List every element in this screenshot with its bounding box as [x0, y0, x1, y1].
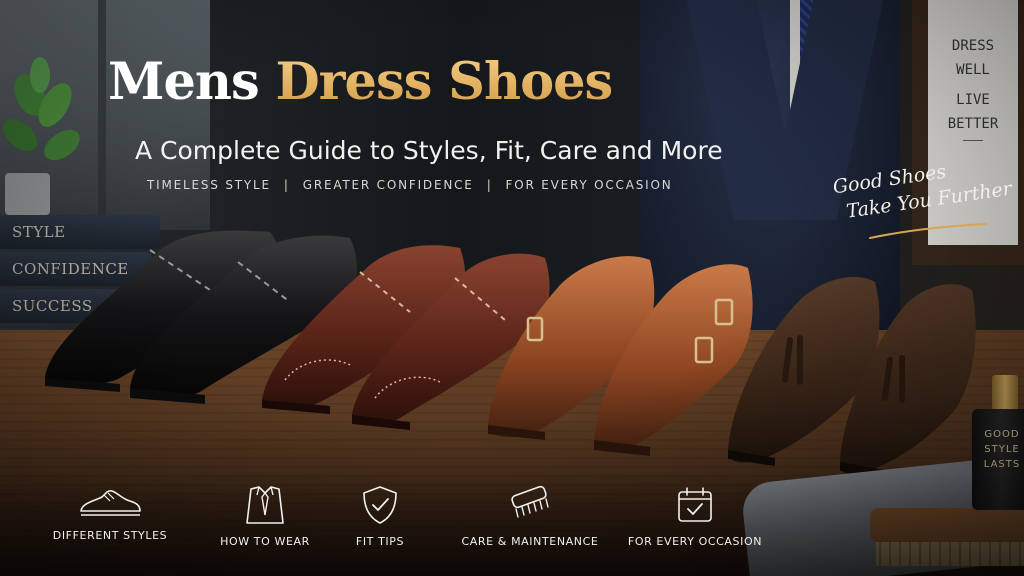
- tagline-row: TIMELESS STYLE | GREATER CONFIDENCE | FOR EV…: [147, 178, 673, 192]
- feature-label: FIT TIPS: [355, 535, 405, 548]
- subtitle: A Complete Guide to Styles, Fit, Care an…: [135, 136, 723, 165]
- bottle-label-line: STYLE: [984, 444, 1020, 455]
- feature-label: CARE & MAINTENANCE: [461, 535, 599, 548]
- shirt-tie-icon: [246, 486, 284, 524]
- gold-underline: [869, 223, 987, 239]
- shield-check-icon: [363, 486, 397, 524]
- feature-every-occasion: FOR EVERY OCCASION: [625, 485, 765, 548]
- feature-fit-tips: FIT TIPS: [310, 485, 450, 548]
- tagline: FOR EVERY OCCASION: [505, 178, 673, 192]
- calendar-check-icon: [678, 487, 712, 522]
- bottle-label: GOOD STYLE LASTS: [982, 427, 1022, 472]
- banner: STYLE CONFIDENCE SUCCESS DRESS WELL LIVE…: [0, 0, 1024, 576]
- bottle-label-line: GOOD: [984, 429, 1020, 440]
- tagline: TIMELESS STYLE: [147, 178, 271, 192]
- title-gold: Dress Shoes: [275, 52, 613, 112]
- bottle-cap: [992, 375, 1018, 411]
- tagline-separator: |: [486, 178, 493, 192]
- brush-icon: [511, 485, 549, 518]
- tagline-separator: |: [283, 178, 290, 192]
- feature-label: DIFFERENT STYLES: [52, 529, 168, 542]
- title-white: Mens: [108, 52, 276, 112]
- feature-care-maintenance: CARE & MAINTENANCE: [460, 485, 600, 548]
- feature-label: FOR EVERY OCCASION: [627, 535, 763, 548]
- shoe-icon: [80, 490, 141, 516]
- page-title: Mens Dress Shoes: [108, 52, 613, 112]
- feature-row: DIFFERENT STYLES HOW TO WEAR FIT TIPS CA…: [40, 485, 800, 565]
- feature-different-styles: DIFFERENT STYLES: [40, 485, 180, 542]
- tagline: GREATER CONFIDENCE: [302, 178, 474, 192]
